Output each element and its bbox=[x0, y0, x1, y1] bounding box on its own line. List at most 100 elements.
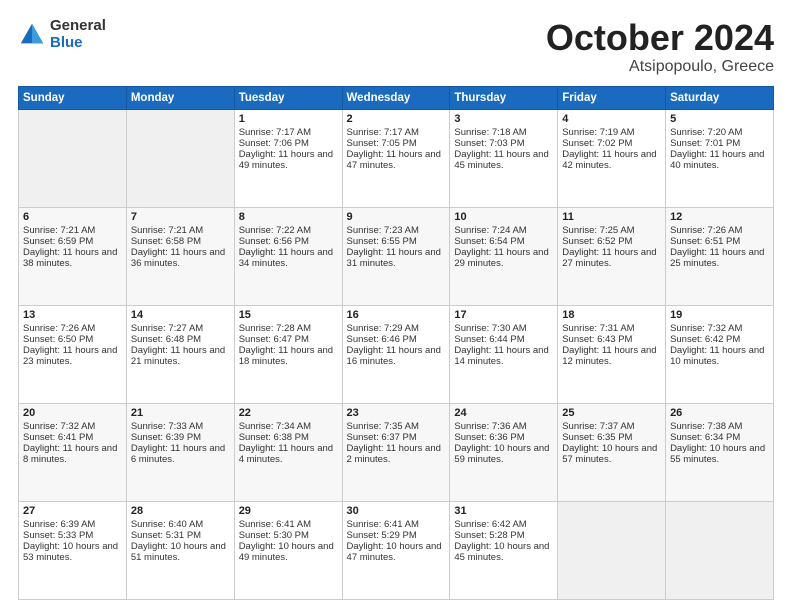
sunrise-text: Sunrise: 7:25 AM bbox=[562, 225, 661, 236]
sunset-text: Sunset: 5:28 PM bbox=[454, 530, 553, 541]
sunrise-text: Sunrise: 7:17 AM bbox=[347, 127, 446, 138]
calendar-week-row: 13Sunrise: 7:26 AMSunset: 6:50 PMDayligh… bbox=[19, 305, 774, 403]
calendar-cell: 14Sunrise: 7:27 AMSunset: 6:48 PMDayligh… bbox=[126, 305, 234, 403]
calendar-cell: 13Sunrise: 7:26 AMSunset: 6:50 PMDayligh… bbox=[19, 305, 127, 403]
sunset-text: Sunset: 7:01 PM bbox=[670, 138, 769, 149]
calendar-table: SundayMondayTuesdayWednesdayThursdayFrid… bbox=[18, 86, 774, 600]
col-header-wednesday: Wednesday bbox=[342, 86, 450, 109]
sunset-text: Sunset: 5:33 PM bbox=[23, 530, 122, 541]
sunset-text: Sunset: 6:38 PM bbox=[239, 432, 338, 443]
sunrise-text: Sunrise: 7:23 AM bbox=[347, 225, 446, 236]
day-number: 16 bbox=[347, 309, 446, 321]
calendar-cell bbox=[19, 109, 127, 207]
header: General Blue October 2024 Atsipopoulo, G… bbox=[18, 18, 774, 76]
col-header-tuesday: Tuesday bbox=[234, 86, 342, 109]
sunrise-text: Sunrise: 7:26 AM bbox=[670, 225, 769, 236]
day-number: 12 bbox=[670, 211, 769, 223]
daylight-text: Daylight: 11 hours and 21 minutes. bbox=[131, 345, 230, 367]
calendar-cell: 15Sunrise: 7:28 AMSunset: 6:47 PMDayligh… bbox=[234, 305, 342, 403]
daylight-text: Daylight: 11 hours and 45 minutes. bbox=[454, 149, 553, 171]
daylight-text: Daylight: 11 hours and 47 minutes. bbox=[347, 149, 446, 171]
sunrise-text: Sunrise: 6:41 AM bbox=[347, 519, 446, 530]
daylight-text: Daylight: 11 hours and 25 minutes. bbox=[670, 247, 769, 269]
calendar-cell: 9Sunrise: 7:23 AMSunset: 6:55 PMDaylight… bbox=[342, 207, 450, 305]
daylight-text: Daylight: 11 hours and 8 minutes. bbox=[23, 443, 122, 465]
day-number: 5 bbox=[670, 113, 769, 125]
daylight-text: Daylight: 11 hours and 34 minutes. bbox=[239, 247, 338, 269]
day-number: 10 bbox=[454, 211, 553, 223]
daylight-text: Daylight: 10 hours and 51 minutes. bbox=[131, 541, 230, 563]
sunrise-text: Sunrise: 7:36 AM bbox=[454, 421, 553, 432]
sunrise-text: Sunrise: 7:24 AM bbox=[454, 225, 553, 236]
day-number: 4 bbox=[562, 113, 661, 125]
sunrise-text: Sunrise: 7:21 AM bbox=[23, 225, 122, 236]
daylight-text: Daylight: 10 hours and 57 minutes. bbox=[562, 443, 661, 465]
daylight-text: Daylight: 11 hours and 36 minutes. bbox=[131, 247, 230, 269]
sunrise-text: Sunrise: 7:27 AM bbox=[131, 323, 230, 334]
daylight-text: Daylight: 11 hours and 2 minutes. bbox=[347, 443, 446, 465]
col-header-saturday: Saturday bbox=[666, 86, 774, 109]
month-title: October 2024 bbox=[546, 18, 774, 58]
sunrise-text: Sunrise: 7:30 AM bbox=[454, 323, 553, 334]
calendar-cell: 27Sunrise: 6:39 AMSunset: 5:33 PMDayligh… bbox=[19, 501, 127, 599]
sunset-text: Sunset: 6:34 PM bbox=[670, 432, 769, 443]
location-title: Atsipopoulo, Greece bbox=[546, 58, 774, 76]
sunrise-text: Sunrise: 7:21 AM bbox=[131, 225, 230, 236]
sunset-text: Sunset: 6:43 PM bbox=[562, 334, 661, 345]
day-number: 14 bbox=[131, 309, 230, 321]
day-number: 11 bbox=[562, 211, 661, 223]
day-number: 27 bbox=[23, 505, 122, 517]
sunset-text: Sunset: 6:37 PM bbox=[347, 432, 446, 443]
calendar-cell: 23Sunrise: 7:35 AMSunset: 6:37 PMDayligh… bbox=[342, 403, 450, 501]
day-number: 24 bbox=[454, 407, 553, 419]
sunrise-text: Sunrise: 7:38 AM bbox=[670, 421, 769, 432]
calendar-cell: 2Sunrise: 7:17 AMSunset: 7:05 PMDaylight… bbox=[342, 109, 450, 207]
daylight-text: Daylight: 11 hours and 27 minutes. bbox=[562, 247, 661, 269]
sunset-text: Sunset: 5:29 PM bbox=[347, 530, 446, 541]
sunset-text: Sunset: 6:35 PM bbox=[562, 432, 661, 443]
sunrise-text: Sunrise: 7:20 AM bbox=[670, 127, 769, 138]
sunrise-text: Sunrise: 7:33 AM bbox=[131, 421, 230, 432]
sunset-text: Sunset: 7:03 PM bbox=[454, 138, 553, 149]
day-number: 25 bbox=[562, 407, 661, 419]
day-number: 21 bbox=[131, 407, 230, 419]
day-number: 15 bbox=[239, 309, 338, 321]
sunset-text: Sunset: 6:59 PM bbox=[23, 236, 122, 247]
day-number: 29 bbox=[239, 505, 338, 517]
calendar-cell bbox=[558, 501, 666, 599]
calendar-cell: 20Sunrise: 7:32 AMSunset: 6:41 PMDayligh… bbox=[19, 403, 127, 501]
sunrise-text: Sunrise: 6:39 AM bbox=[23, 519, 122, 530]
calendar-cell: 26 Sunrise: 7:38 AMSunset: 6:34 PMDayligh… bbox=[666, 403, 774, 501]
sunset-text: Sunset: 6:36 PM bbox=[454, 432, 553, 443]
calendar-cell: 18Sunrise: 7:31 AMSunset: 6:43 PMDayligh… bbox=[558, 305, 666, 403]
daylight-text: Daylight: 11 hours and 23 minutes. bbox=[23, 345, 122, 367]
sunrise-text: Sunrise: 7:19 AM bbox=[562, 127, 661, 138]
sunset-text: Sunset: 6:39 PM bbox=[131, 432, 230, 443]
calendar-cell: 16Sunrise: 7:29 AMSunset: 6:46 PMDayligh… bbox=[342, 305, 450, 403]
day-number: 20 bbox=[23, 407, 122, 419]
calendar-week-row: 27 Sunrise: 6:39 AMSunset: 5:33 PM Dayligh… bbox=[19, 501, 774, 599]
day-number: 26 bbox=[670, 407, 769, 419]
sunrise-text: Sunrise: 6:41 AM bbox=[239, 519, 338, 530]
sunrise-text: Sunrise: 7:32 AM bbox=[23, 421, 122, 432]
calendar-cell: 7Sunrise: 7:21 AMSunset: 6:58 PMDaylight… bbox=[126, 207, 234, 305]
calendar-week-row: 20Sunrise: 7:32 AMSunset: 6:41 PMDayligh… bbox=[19, 403, 774, 501]
sunrise-text: Sunrise: 7:26 AM bbox=[23, 323, 122, 334]
daylight-text: Daylight: 11 hours and 14 minutes. bbox=[454, 345, 553, 367]
sunrise-text: Sunrise: 6:40 AM bbox=[131, 519, 230, 530]
calendar-cell: 11Sunrise: 7:25 AMSunset: 6:52 PMDayligh… bbox=[558, 207, 666, 305]
day-number: 2 bbox=[347, 113, 446, 125]
sunrise-text: Sunrise: 7:37 AM bbox=[562, 421, 661, 432]
title-block: October 2024 Atsipopoulo, Greece bbox=[546, 18, 774, 76]
daylight-text: Daylight: 10 hours and 55 minutes. bbox=[670, 443, 769, 465]
sunset-text: Sunset: 6:50 PM bbox=[23, 334, 122, 345]
calendar-cell: 17Sunrise: 7:30 AMSunset: 6:44 PMDayligh… bbox=[450, 305, 558, 403]
daylight-text: Daylight: 11 hours and 29 minutes. bbox=[454, 247, 553, 269]
sunrise-text: Sunrise: 6:42 AM bbox=[454, 519, 553, 530]
daylight-text: Daylight: 11 hours and 4 minutes. bbox=[239, 443, 338, 465]
calendar-cell: 1Sunrise: 7:17 AMSunset: 7:06 PMDaylight… bbox=[234, 109, 342, 207]
sunrise-text: Sunrise: 7:29 AM bbox=[347, 323, 446, 334]
daylight-text: Daylight: 11 hours and 31 minutes. bbox=[347, 247, 446, 269]
daylight-text: Daylight: 11 hours and 49 minutes. bbox=[239, 149, 338, 171]
day-number: 17 bbox=[454, 309, 553, 321]
